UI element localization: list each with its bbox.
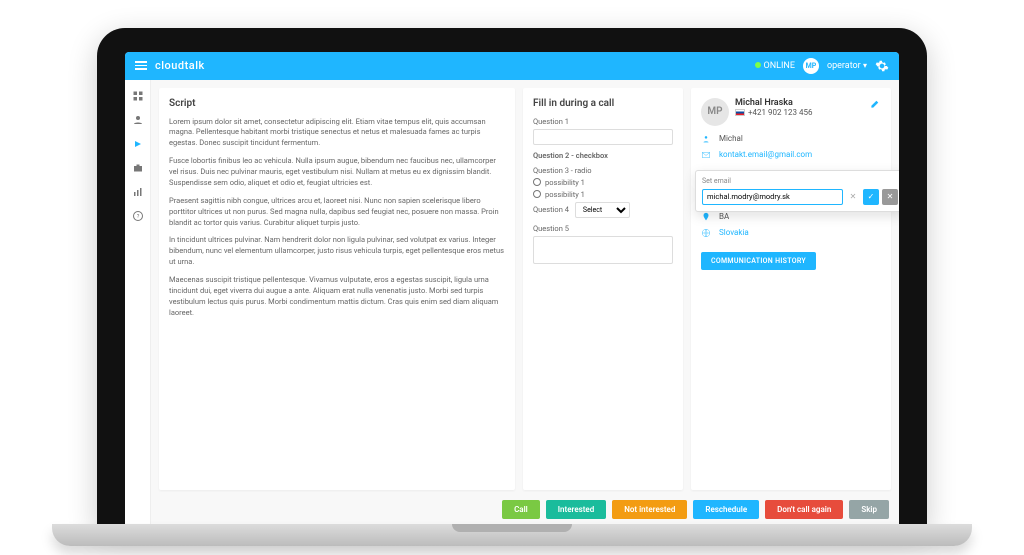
svg-text:?: ? [136, 214, 139, 220]
contact-phone: +421 902 123 456 [735, 108, 812, 117]
script-paragraph: Praesent sagittis nibh congue, ultrices … [169, 196, 505, 229]
phone-number: +421 902 123 456 [748, 108, 812, 117]
radio-label: possibility 1 [545, 190, 585, 199]
topbar: cloudtalk ONLINE MP operator ▾ [125, 52, 899, 80]
dont-call-button[interactable]: Don't call again [765, 500, 843, 519]
info-email[interactable]: kontakt.email@gmail.com [701, 150, 881, 160]
q5-textarea[interactable] [533, 236, 673, 264]
set-email-popover: Set email ✕ ✓ ✕ [695, 170, 899, 212]
gear-icon[interactable] [875, 59, 889, 73]
popover-confirm-button[interactable]: ✓ [863, 189, 879, 205]
q2-label: Question 2 - checkbox [533, 151, 673, 160]
globe-icon [701, 228, 711, 238]
q3-option-a[interactable]: possibility 1 [533, 178, 673, 187]
script-paragraph: In tincidunt ultrices pulvinar. Nam hend… [169, 235, 505, 268]
contact-panel: MP Michal Hraska +421 902 123 456 Michal [691, 88, 891, 490]
email-value: kontakt.email@gmail.com [719, 150, 812, 159]
q3-label: Question 3 - radio [533, 166, 673, 175]
script-paragraph: Lorem ipsum dolor sit amet, consectetur … [169, 117, 505, 150]
user-avatar[interactable]: MP [803, 58, 819, 74]
q1-label: Question 1 [533, 117, 673, 126]
q1-input[interactable] [533, 129, 673, 145]
q3-option-b[interactable]: possibility 1 [533, 190, 673, 199]
call-button[interactable]: Call [502, 500, 540, 519]
brand-logo: cloudtalk [155, 59, 205, 72]
q4-label: Question 4 [533, 205, 569, 214]
script-title: Script [169, 98, 505, 109]
q4-select[interactable]: Select [575, 202, 630, 218]
communication-history-button[interactable]: COMMUNICATION HISTORY [701, 252, 816, 270]
not-interested-button[interactable]: Not interested [612, 500, 687, 519]
online-status[interactable]: ONLINE [755, 61, 795, 71]
laptop-frame: cloudtalk ONLINE MP operator ▾ ? [97, 28, 927, 528]
location-icon [701, 212, 711, 222]
person-icon [701, 134, 711, 144]
script-paragraph: Maecenas suscipit tristique pellentesque… [169, 275, 505, 319]
info-country: Slovakia [701, 228, 881, 238]
sidebar-campaign-icon[interactable] [132, 138, 144, 150]
flag-icon [735, 109, 745, 116]
user-label: operator [827, 61, 861, 71]
sidebar-help-icon[interactable]: ? [132, 210, 144, 222]
interested-button[interactable]: Interested [546, 500, 606, 519]
popover-cancel-button[interactable]: ✕ [882, 189, 898, 205]
popover-title: Set email [702, 177, 898, 185]
reschedule-button[interactable]: Reschedule [693, 500, 759, 519]
info-region: BA [701, 212, 881, 222]
popover-email-input[interactable] [702, 189, 843, 205]
region-value: BA [719, 212, 729, 221]
sidebar-dashboard-icon[interactable] [132, 90, 144, 102]
form-title: Fill in during a call [533, 98, 673, 109]
edit-contact-icon[interactable] [870, 98, 881, 109]
firstname-value: Michal [719, 134, 743, 143]
sidebar: ? [125, 80, 151, 528]
clear-input-icon[interactable]: ✕ [846, 189, 860, 205]
script-panel: Script Lorem ipsum dolor sit amet, conse… [159, 88, 515, 490]
script-paragraph: Fusce lobortis finibus leo ac vehicula. … [169, 156, 505, 189]
contact-name: Michal Hraska [735, 98, 812, 108]
info-firstname: Michal [701, 134, 881, 144]
sidebar-user-icon[interactable] [132, 114, 144, 126]
radio-input[interactable] [533, 190, 541, 198]
radio-label: possibility 1 [545, 178, 585, 187]
country-value: Slovakia [719, 228, 749, 237]
chevron-down-icon: ▾ [863, 61, 867, 70]
sidebar-stats-icon[interactable] [132, 186, 144, 198]
online-label: ONLINE [764, 61, 795, 71]
laptop-base [52, 524, 972, 546]
menu-icon[interactable] [135, 61, 147, 70]
contact-avatar: MP [701, 98, 729, 126]
content: Script Lorem ipsum dolor sit amet, conse… [151, 80, 899, 528]
sidebar-briefcase-icon[interactable] [132, 162, 144, 174]
q5-label: Question 5 [533, 224, 673, 233]
form-panel: Fill in during a call Question 1 Questio… [523, 88, 683, 490]
body: ? Script Lorem ipsum dolor sit amet, con… [125, 80, 899, 528]
user-dropdown[interactable]: operator ▾ [827, 61, 867, 71]
radio-input[interactable] [533, 178, 541, 186]
mail-icon [701, 150, 711, 160]
app-screen: cloudtalk ONLINE MP operator ▾ ? [125, 52, 899, 528]
online-dot-icon [755, 62, 761, 68]
skip-button[interactable]: Skip [849, 500, 889, 519]
